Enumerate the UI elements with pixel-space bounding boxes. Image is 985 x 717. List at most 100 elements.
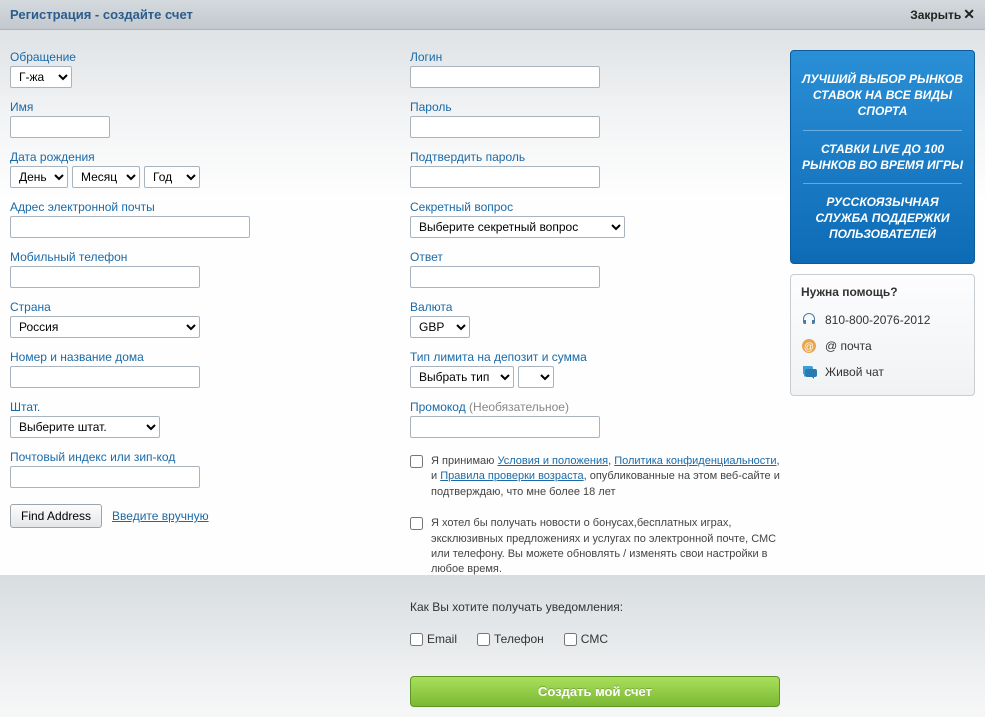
secret-question-field: Секретный вопрос Выберите секретный вопр… [410, 200, 780, 238]
name-label: Имя [10, 100, 380, 114]
optin-checkbox[interactable] [410, 517, 423, 530]
optin-text: Я хотел бы получать новости о бонусах,бе… [431, 516, 780, 578]
promo-item-3: РУССКОЯЗЫЧНАЯ СЛУЖБА ПОДДЕРЖКИ ПОЛЬЗОВАТ… [799, 184, 966, 253]
promo-item-1: ЛУЧШИЙ ВЫБОР РЫНКОВ СТАВОК НА ВСЕ ВИДЫ С… [799, 61, 966, 130]
header-bar: Регистрация - создайте счет Закрыть ✕ [0, 0, 985, 30]
optin-row: Я хотел бы получать новости о бонусах,бе… [410, 516, 780, 578]
name-input[interactable] [10, 116, 110, 138]
postcode-input[interactable] [10, 466, 200, 488]
manual-enter-link[interactable]: Введите вручную [112, 509, 209, 523]
notif-options: Email Телефон СМС [410, 632, 780, 646]
svg-text:@: @ [804, 342, 814, 353]
salutation-field: Обращение Г-жа [10, 50, 380, 88]
currency-select[interactable]: GBP [410, 316, 470, 338]
notif-email-checkbox[interactable] [410, 633, 423, 646]
postcode-field: Почтовый индекс или зип-код [10, 450, 380, 488]
promo-item-2: СТАВКИ LIVE ДО 100 РЫНКОВ ВО ВРЕМЯ ИГРЫ [799, 131, 966, 183]
terms-checkbox[interactable] [410, 455, 423, 468]
notif-title: Как Вы хотите получать уведомления: [410, 600, 780, 614]
promo-box: ЛУЧШИЙ ВЫБОР РЫНКОВ СТАВОК НА ВСЕ ВИДЫ С… [790, 50, 975, 264]
password-field: Пароль [410, 100, 780, 138]
notif-sms-checkbox[interactable] [564, 633, 577, 646]
answer-label: Ответ [410, 250, 780, 264]
country-label: Страна [10, 300, 380, 314]
confirm-password-field: Подтвердить пароль [410, 150, 780, 188]
main-content: Обращение Г-жа Имя Дата рождения День Ме… [0, 30, 985, 717]
help-chat-text: Живой чат [825, 365, 884, 379]
email-label: Адрес электронной почты [10, 200, 380, 214]
limit-field: Тип лимита на депозит и сумма Выбрать ти… [410, 350, 780, 388]
help-chat-row[interactable]: Живой чат [801, 359, 964, 385]
house-input[interactable] [10, 366, 200, 388]
state-select[interactable]: Выберите штат. [10, 416, 160, 438]
login-label: Логин [410, 50, 780, 64]
chat-icon [801, 364, 817, 380]
confirm-password-input[interactable] [410, 166, 600, 188]
promo-label-text: Промокод [410, 400, 466, 414]
help-title: Нужна помощь? [801, 285, 964, 299]
house-label: Номер и название дома [10, 350, 380, 364]
currency-label: Валюта [410, 300, 780, 314]
promo-label: Промокод (Необязательное) [410, 400, 780, 414]
password-label: Пароль [410, 100, 780, 114]
password-input[interactable] [410, 116, 600, 138]
help-phone-row[interactable]: 810-800-2076-2012 [801, 307, 964, 333]
dob-month-select[interactable]: Месяц [72, 166, 140, 188]
currency-field: Валюта GBP [410, 300, 780, 338]
notif-sms-option[interactable]: СМС [564, 632, 608, 646]
promo-input[interactable] [410, 416, 600, 438]
notif-phone-checkbox[interactable] [477, 633, 490, 646]
submit-button[interactable]: Создать мой счет [410, 676, 780, 707]
country-select[interactable]: Россия [10, 316, 200, 338]
postcode-label: Почтовый индекс или зип-код [10, 450, 380, 464]
page-title: Регистрация - создайте счет [10, 7, 193, 22]
help-email-text: @ почта [825, 339, 872, 353]
terms-row: Я принимаю Условия и положения, Политика… [410, 454, 780, 500]
notif-email-option[interactable]: Email [410, 632, 457, 646]
mobile-field: Мобильный телефон [10, 250, 380, 288]
name-field: Имя [10, 100, 380, 138]
email-icon: @ [801, 338, 817, 354]
secret-question-select[interactable]: Выберите секретный вопрос [410, 216, 625, 238]
notif-phone-option[interactable]: Телефон [477, 632, 544, 646]
terms-text: Я принимаю Условия и положения, Политика… [431, 454, 780, 500]
country-field: Страна Россия [10, 300, 380, 338]
age-verify-link[interactable]: Правила проверки возраста [440, 470, 583, 482]
headset-icon [801, 312, 817, 328]
salutation-label: Обращение [10, 50, 380, 64]
help-email-row[interactable]: @ @ почта [801, 333, 964, 359]
promo-field: Промокод (Необязательное) [410, 400, 780, 438]
find-address-button[interactable]: Find Address [10, 504, 102, 528]
limit-amount-select[interactable] [518, 366, 554, 388]
answer-field: Ответ [410, 250, 780, 288]
dob-year-select[interactable]: Год [144, 166, 200, 188]
mobile-label: Мобильный телефон [10, 250, 380, 264]
login-input[interactable] [410, 66, 600, 88]
confirm-password-label: Подтвердить пароль [410, 150, 780, 164]
find-address-row: Find Address Введите вручную [10, 504, 380, 528]
dob-label: Дата рождения [10, 150, 380, 164]
answer-input[interactable] [410, 266, 600, 288]
help-box: Нужна помощь? 810-800-2076-2012 @ @ почт… [790, 274, 975, 396]
state-field: Штат. Выберите штат. [10, 400, 380, 438]
limit-type-select[interactable]: Выбрать тип [410, 366, 514, 388]
email-field: Адрес электронной почты [10, 200, 380, 238]
dob-field: Дата рождения День Месяц Год [10, 150, 380, 188]
registration-form: Обращение Г-жа Имя Дата рождения День Ме… [10, 50, 780, 707]
terms-link[interactable]: Условия и положения [497, 455, 608, 467]
login-field: Логин [410, 50, 780, 88]
limit-label: Тип лимита на депозит и сумма [410, 350, 780, 364]
dob-day-select[interactable]: День [10, 166, 68, 188]
right-column: Логин Пароль Подтвердить пароль Секретны… [410, 50, 780, 707]
help-phone-text: 810-800-2076-2012 [825, 313, 930, 327]
privacy-link[interactable]: Политика конфиденциальности [614, 455, 776, 467]
secret-question-label: Секретный вопрос [410, 200, 780, 214]
close-label: Закрыть [910, 8, 961, 22]
mobile-input[interactable] [10, 266, 200, 288]
email-input[interactable] [10, 216, 250, 238]
promo-optional-text: (Необязательное) [469, 400, 569, 414]
salutation-select[interactable]: Г-жа [10, 66, 72, 88]
close-button[interactable]: Закрыть ✕ [910, 6, 975, 23]
sidebar: ЛУЧШИЙ ВЫБОР РЫНКОВ СТАВОК НА ВСЕ ВИДЫ С… [790, 50, 975, 707]
house-field: Номер и название дома [10, 350, 380, 388]
